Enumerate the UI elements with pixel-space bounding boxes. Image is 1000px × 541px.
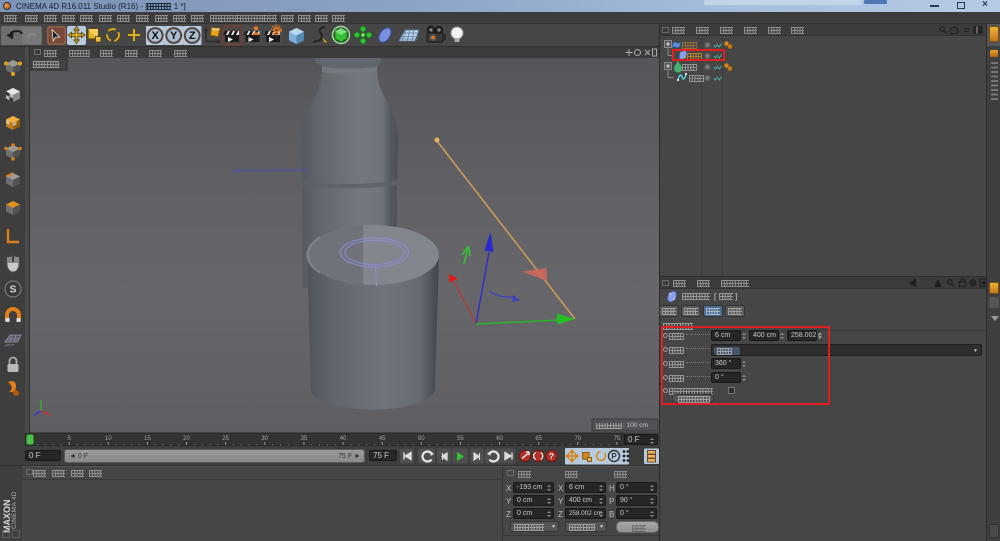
svg-text:S: S bbox=[10, 285, 17, 296]
svg-text:40: 40 bbox=[340, 436, 347, 442]
svg-text:15: 15 bbox=[144, 436, 151, 442]
svg-text:10: 10 bbox=[105, 436, 112, 442]
svg-text:Z: Z bbox=[189, 30, 196, 42]
svg-text:X: X bbox=[152, 30, 160, 42]
svg-text:25: 25 bbox=[222, 436, 229, 442]
svg-text:45: 45 bbox=[379, 436, 386, 442]
svg-text:60: 60 bbox=[496, 436, 503, 442]
svg-text:50: 50 bbox=[418, 436, 425, 442]
svg-text:Y: Y bbox=[170, 30, 178, 42]
svg-text:20: 20 bbox=[183, 436, 190, 442]
svg-text:65: 65 bbox=[535, 436, 542, 442]
svg-text:?: ? bbox=[549, 452, 554, 461]
svg-text:55: 55 bbox=[457, 436, 464, 442]
svg-text:P: P bbox=[611, 452, 617, 461]
svg-text:75: 75 bbox=[614, 436, 621, 442]
svg-text:70: 70 bbox=[574, 436, 581, 442]
svg-text:35: 35 bbox=[301, 436, 308, 442]
svg-text:30: 30 bbox=[261, 436, 268, 442]
svg-text:5: 5 bbox=[67, 436, 71, 442]
